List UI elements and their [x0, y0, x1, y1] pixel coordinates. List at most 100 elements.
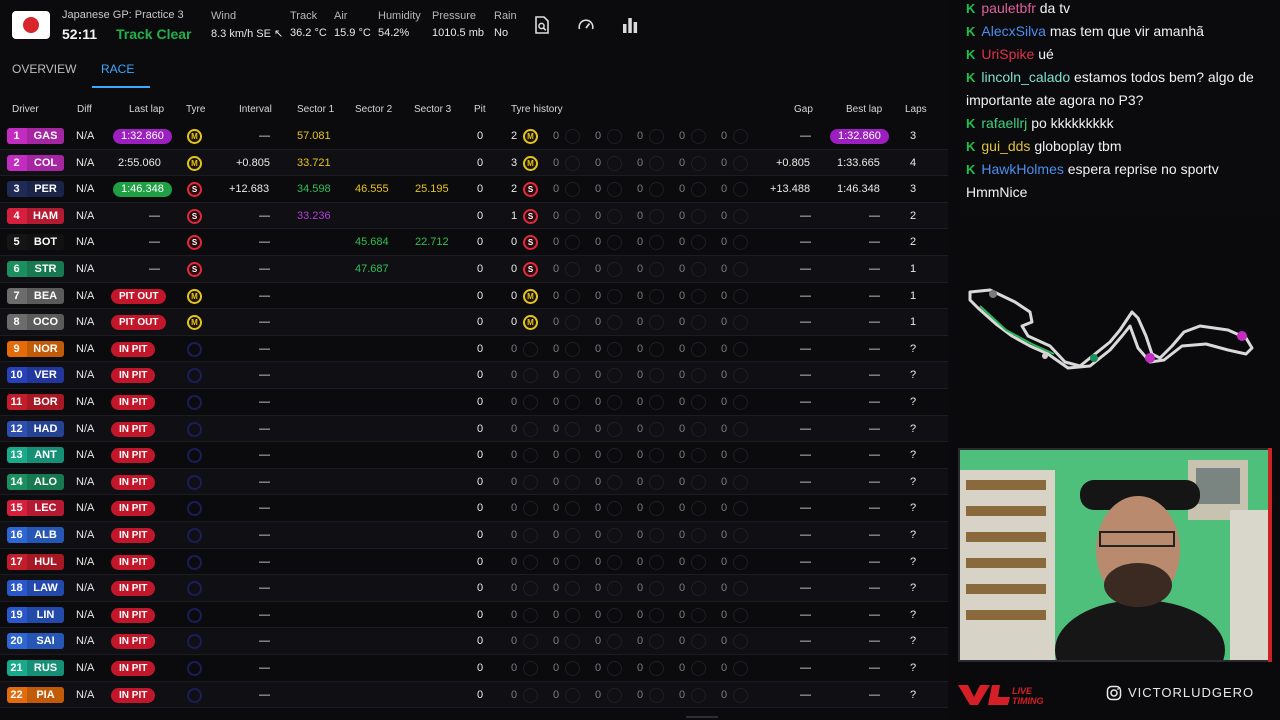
driver-badge[interactable]: 14 ALO	[7, 473, 64, 490]
gap-value: —	[800, 608, 811, 621]
driver-badge[interactable]: 5 BOT	[7, 234, 64, 251]
col-sector3[interactable]: Sector 3	[414, 104, 451, 115]
best-lap-value: —	[869, 422, 880, 435]
chat-username[interactable]: UriSpike	[981, 46, 1034, 62]
table-row[interactable]: 3 PER N/A 1:46.348 S +12.683 34.598 46.555 25.19…	[0, 176, 948, 203]
col-sector2[interactable]: Sector 2	[355, 104, 392, 115]
table-row[interactable]: 15 LEC N/A IN PIT — 0 0 0 0 0 0 0 — —?	[0, 495, 948, 522]
col-interval[interactable]: Interval	[239, 104, 272, 115]
table-row[interactable]: 7 BEA N/A PIT OUT M —0 0 M 0 0 0 0 0— —1	[0, 283, 948, 310]
col-tyre-history[interactable]: Tyre history	[511, 104, 563, 115]
chat-username[interactable]: rafaellrj	[981, 115, 1027, 131]
table-row[interactable]: 2 COL N/A 2:55.060 M +0.805 33.721 0 3 M 0 0 0 0 0 +0.8…	[0, 149, 948, 177]
col-diff[interactable]: Diff	[77, 104, 92, 115]
empty-stint-icon	[523, 661, 538, 676]
table-row[interactable]: 11 BOR N/A IN PIT — 0 0 0 0 0 0 0 — —?	[0, 389, 948, 416]
driver-badge[interactable]: 8 OCO	[7, 314, 64, 331]
tyre-history-laps: 0	[721, 422, 728, 435]
driver-badge[interactable]: 18 LAW	[7, 580, 64, 597]
driver-badge[interactable]: 22 PIA	[7, 686, 64, 703]
col-pit[interactable]: Pit	[474, 104, 486, 115]
position-number: 22	[10, 688, 23, 701]
table-row[interactable]: 18 LAW N/A IN PIT — 0 0 0 0 0 0 0 — —?	[0, 575, 948, 602]
table-row[interactable]: 4 HAM N/A — S —33.236 0 1 S 0 0 0 0 0— —2	[0, 202, 948, 230]
col-sector1[interactable]: Sector 1	[297, 104, 334, 115]
table-row[interactable]: 19 LIN N/A IN PIT — 0 0 0 0 0 0 0 — —?	[0, 602, 948, 629]
driver-badge[interactable]: 20 SAI	[7, 633, 64, 650]
driver-badge[interactable]: 7 BEA	[7, 287, 64, 304]
interval-value: —	[259, 369, 270, 382]
car-marker[interactable]	[989, 290, 997, 298]
table-row[interactable]: 9 NOR N/A IN PIT — 0 0 0 0 0 0 0 — —?	[0, 336, 948, 363]
table-row[interactable]: 17 HUL N/A IN PIT — 0 0 0 0 0 0 0 — —?	[0, 549, 948, 576]
driver-badge[interactable]: 13 ANT	[7, 447, 64, 464]
chat-username[interactable]: gui_dds	[981, 138, 1030, 154]
driver-badge[interactable]: 3 PER	[7, 181, 64, 198]
last-lap-pill: 1:32.860	[113, 129, 172, 144]
table-row[interactable]: 14 ALO N/A IN PIT — 0 0 0 0 0 0 0 — —?	[0, 468, 948, 496]
col-last-lap[interactable]: Last lap	[129, 104, 164, 115]
chat-message: K AlecxSilva mas tem que vir amanhã	[966, 20, 1266, 43]
col-laps[interactable]: Laps	[905, 104, 927, 115]
driver-badge[interactable]: 10 VER	[7, 367, 64, 384]
empty-stint-icon	[607, 687, 622, 703]
car-marker[interactable]	[1042, 353, 1048, 359]
driver-badge[interactable]: 9 NOR	[7, 340, 64, 357]
table-row[interactable]: 8 OCO N/A PIT OUT M —0 0 M 0 0 0 0 0— —1	[0, 309, 948, 336]
empty-stint-icon	[607, 315, 622, 331]
gauge-icon[interactable]	[577, 16, 595, 34]
driver-badge[interactable]: 11 BOR	[7, 394, 64, 410]
tab-overview[interactable]: OVERVIEW	[12, 62, 76, 86]
col-gap[interactable]: Gap	[794, 104, 813, 115]
driver-badge[interactable]: 17 HUL	[7, 553, 64, 570]
table-row[interactable]: 21 RUS N/A IN PIT — 0 0 0 0 0 0 0 — —?	[0, 655, 948, 682]
position-number: 8	[13, 316, 20, 329]
gap-value: —	[800, 316, 811, 329]
empty-stint-icon	[691, 581, 706, 597]
table-row[interactable]: 13 ANT N/A IN PIT — 0 0 0 0 0 0 0 — —?	[0, 442, 948, 469]
chat-username[interactable]: lincoln_calado	[981, 69, 1070, 85]
tab-race[interactable]: RACE	[101, 62, 134, 86]
tyre-history-laps: 0	[553, 555, 560, 568]
table-row[interactable]: 22 PIA N/A IN PIT — 0 0 0 0 0 0 0 — —?	[0, 681, 948, 709]
driver-badge[interactable]: 16 ALB	[7, 527, 64, 543]
chat-username[interactable]: HawkHolmes	[981, 161, 1063, 177]
col-best-lap[interactable]: Best lap	[846, 104, 882, 115]
driver-badge[interactable]: 19 LIN	[7, 606, 64, 623]
streamer-handle[interactable]: VICTORLUDGERO	[1128, 685, 1254, 700]
best-lap-value: —	[869, 289, 880, 302]
table-row[interactable]: 1 GAS N/A 1:32.860 M —57.081 0 2 M 0 0 0 0 0—1:32.860…	[0, 123, 948, 150]
empty-stint-icon	[565, 315, 580, 331]
driver-badge[interactable]: 15 LEC	[7, 500, 64, 517]
interval-value: —	[259, 688, 270, 701]
table-row[interactable]: 12 HAD N/A IN PIT — 0 0 0 0 0 0 0 — —?	[0, 415, 948, 443]
car-marker[interactable]	[1145, 353, 1155, 363]
driver-badge[interactable]: 21 RUS	[7, 660, 64, 676]
interval-value: —	[259, 555, 270, 568]
driver-badge[interactable]: 2 COL	[7, 154, 64, 171]
driver-badge[interactable]: 6 STR	[7, 261, 64, 277]
driver-badge[interactable]: 1 GAS	[7, 128, 64, 144]
table-row[interactable]: 20 SAI N/A IN PIT — 0 0 0 0 0 0 0 — —?	[0, 628, 948, 655]
col-driver[interactable]: Driver	[12, 104, 39, 115]
tyre-history-laps: 0	[511, 502, 518, 515]
table-row[interactable]: 16 ALB N/A IN PIT — 0 0 0 0 0 0 0 — —?	[0, 522, 948, 549]
interval-value: —	[259, 396, 270, 408]
chat-username[interactable]: pauletbfr	[981, 0, 1035, 16]
scroll-handle[interactable]	[686, 716, 718, 718]
empty-stint-icon	[691, 155, 706, 171]
chat-username[interactable]: AlecxSilva	[981, 23, 1046, 39]
document-search-icon[interactable]	[533, 16, 551, 34]
car-marker[interactable]	[1237, 331, 1247, 341]
table-row[interactable]: 6 STR N/A — S —47.687 0 0 S 0 0 0 0 0— —1	[0, 256, 948, 283]
table-row[interactable]: 10 VER N/A IN PIT — 0 0 0 0 0 0 0 — —?	[0, 362, 948, 389]
table-row[interactable]: 5 BOT N/A — S —45.684 22.712 0 0 S 0 0 0 0 0— —2	[0, 229, 948, 256]
driver-badge[interactable]: 12 HAD	[7, 420, 64, 437]
empty-stint-icon	[607, 129, 622, 144]
driver-badge[interactable]: 4 HAM	[7, 207, 64, 224]
bar-chart-icon[interactable]	[621, 16, 639, 34]
last-lap-value: —	[149, 236, 160, 249]
tyre-history-laps: 0	[553, 688, 560, 701]
car-marker[interactable]	[1090, 354, 1098, 362]
col-tyre[interactable]: Tyre	[186, 104, 205, 115]
